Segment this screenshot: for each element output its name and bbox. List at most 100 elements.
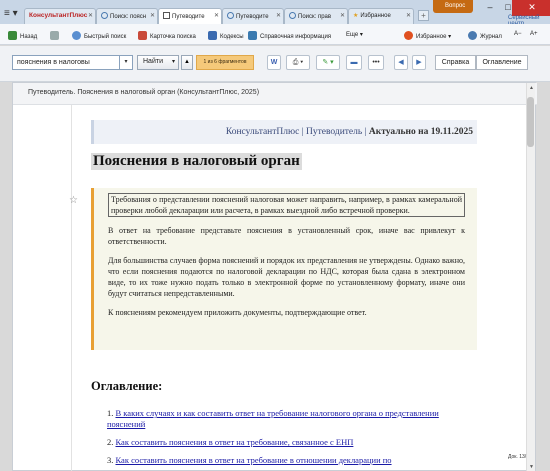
- close-icon[interactable]: ✕: [214, 12, 219, 19]
- font-larger-button[interactable]: A+: [530, 31, 538, 37]
- tab-search-explanations[interactable]: Поиск: поясн ✕: [96, 8, 158, 24]
- forward-arrow-icon: [50, 31, 59, 40]
- prev-doc-button[interactable]: ◀: [394, 55, 408, 70]
- toc-number: 1.: [107, 408, 114, 418]
- document-title: Пояснения в налоговый орган: [91, 153, 302, 170]
- search-tab-icon: [101, 12, 108, 19]
- main-toolbar: Назад Быстрый поиск Карточка поиска Коде…: [0, 24, 550, 45]
- document-icon: [227, 12, 234, 19]
- tab-guide-active[interactable]: Путеводите ✕: [158, 8, 222, 25]
- toc-link[interactable]: В каких случаях и как составить ответ на…: [107, 408, 439, 429]
- more-label: Еще: [346, 32, 359, 38]
- tab-reference[interactable]: Справка: [435, 55, 476, 70]
- favorites-button[interactable]: Избранное ▾: [404, 31, 451, 40]
- scroll-thumb[interactable]: [527, 97, 534, 147]
- toc-item: 3. Как составить пояснения в ответ на тр…: [107, 455, 467, 466]
- summary-paragraph: Для большинства случаев форма пояснений …: [108, 256, 465, 298]
- new-tab-button[interactable]: +: [418, 10, 429, 21]
- codes-label: Кодексы: [220, 34, 244, 40]
- toc-link[interactable]: Как составить пояснения в ответ на требо…: [116, 455, 392, 465]
- document-header: Путеводитель. Пояснения в налоговый орга…: [13, 83, 537, 105]
- fragment-counter: 1 из 6 фрагментов: [196, 55, 254, 70]
- tab-home[interactable]: КонсультантПлюс ✕: [24, 8, 96, 24]
- toc-link[interactable]: Как составить пояснения в ответ на требо…: [116, 437, 354, 447]
- summary-paragraph: К пояснениям рекомендуем приложить докум…: [108, 308, 367, 317]
- question-label: Вопрос: [445, 3, 466, 9]
- forward-icon[interactable]: [50, 31, 62, 40]
- codes-button[interactable]: Кодексы: [208, 31, 244, 40]
- star-icon: ★: [353, 13, 359, 19]
- chevron-down-icon: ▾: [171, 59, 175, 65]
- more-menu[interactable]: Еще ▾: [346, 31, 363, 38]
- close-icon[interactable]: ✕: [150, 12, 155, 19]
- font-smaller-button[interactable]: A−: [514, 31, 522, 37]
- card-search-button[interactable]: Карточка поиска: [138, 31, 196, 40]
- comment-button[interactable]: ▬: [346, 55, 362, 70]
- actual-date: Актуально на 19.11.2025: [368, 127, 473, 137]
- journal-label: Журнал: [480, 34, 502, 40]
- tab-label: Путеводите: [172, 14, 205, 20]
- reference-label: Справочная информация: [260, 34, 332, 40]
- document-brandline: КонсультантПлюс | Путеводитель | Актуаль…: [91, 120, 477, 144]
- clock-icon: [468, 31, 477, 40]
- document-icon: [163, 12, 170, 19]
- tab-favorites[interactable]: ★ Избранное ✕: [348, 8, 414, 24]
- table-of-contents: 1. В каких случаях и как составить ответ…: [107, 408, 467, 471]
- doc-position-status: Док. 13/: [508, 454, 527, 460]
- vertical-scrollbar[interactable]: ▲ ▼: [526, 83, 535, 471]
- summary-block: Требования о представлении пояснений нал…: [91, 188, 477, 350]
- back-button[interactable]: Назад: [8, 31, 37, 40]
- star-icon[interactable]: ☆: [69, 195, 78, 206]
- toc-item: 2. Как составить пояснения в ответ на тр…: [107, 437, 467, 448]
- prev-fragment-button[interactable]: ▲: [181, 55, 193, 70]
- card-search-icon: [138, 31, 147, 40]
- book-icon: [208, 31, 217, 40]
- menu-icon[interactable]: ≡ ▾: [4, 8, 18, 19]
- next-doc-button[interactable]: ▶: [412, 55, 426, 70]
- tab-label: Поиск: прав: [298, 14, 332, 20]
- close-icon[interactable]: ✕: [88, 12, 93, 19]
- toc-item: 1. В каких случаях и как составить ответ…: [107, 408, 467, 430]
- tab-label: Поиск: поясн: [110, 14, 147, 20]
- tab-bar: ≡ ▾ КонсультантПлюс ✕ Поиск: поясн ✕ Пут…: [0, 0, 550, 27]
- toc-number: 3.: [107, 455, 114, 465]
- word-export-button[interactable]: W: [267, 55, 281, 70]
- back-arrow-icon: [8, 31, 17, 40]
- magnifier-icon: [72, 31, 81, 40]
- journal-button[interactable]: Журнал: [468, 31, 502, 40]
- print-button[interactable]: ⎙ ▾: [286, 55, 310, 70]
- back-label: Назад: [20, 34, 38, 40]
- close-icon[interactable]: ✕: [276, 12, 281, 19]
- tab-label: КонсультантПлюс: [29, 12, 88, 19]
- tab-contents[interactable]: Оглавление: [476, 55, 528, 70]
- summary-paragraph: В ответ на требование представьте поясне…: [108, 226, 465, 246]
- question-button[interactable]: Вопрос: [433, 0, 473, 13]
- close-window-button[interactable]: ✕: [512, 0, 550, 16]
- find-button[interactable]: Найти ▾: [137, 55, 179, 70]
- card-search-label: Карточка поиска: [150, 34, 196, 40]
- tab-guide[interactable]: Путеводите ✕: [222, 8, 284, 24]
- document-viewer: Путеводитель. Пояснения в налоговый орга…: [12, 82, 537, 471]
- tab-label: Избранное: [360, 13, 391, 19]
- document-search-input[interactable]: [12, 55, 120, 70]
- bookmark-button[interactable]: ✎ ▾: [316, 55, 340, 70]
- more-actions-button[interactable]: •••: [368, 55, 384, 70]
- favorites-icon: [404, 31, 413, 40]
- close-icon[interactable]: ✕: [340, 12, 345, 19]
- tab-search-law[interactable]: Поиск: прав ✕: [284, 8, 348, 24]
- favorites-label: Избранное: [416, 34, 447, 40]
- quick-search-label: Быстрый поиск: [84, 34, 127, 40]
- quick-search-button[interactable]: Быстрый поиск: [72, 31, 126, 40]
- scroll-down-icon[interactable]: ▼: [529, 464, 534, 470]
- scroll-up-icon[interactable]: ▲: [529, 85, 534, 91]
- tab-label: Путеводите: [236, 14, 269, 20]
- close-icon[interactable]: ✕: [406, 12, 411, 19]
- brand-text: КонсультантПлюс | Путеводитель |: [225, 127, 369, 137]
- search-dropdown-button[interactable]: ▾: [120, 55, 133, 70]
- find-label: Найти: [143, 58, 163, 65]
- search-tab-icon: [289, 12, 296, 19]
- reference-icon: [248, 31, 257, 40]
- reference-info-button[interactable]: Справочная информация: [248, 31, 331, 40]
- margin-line: [71, 105, 72, 471]
- document-search-bar: ▾ Найти ▾ ▲ 1 из 6 фрагментов W ⎙ ▾ ✎ ▾ ▬…: [0, 46, 550, 82]
